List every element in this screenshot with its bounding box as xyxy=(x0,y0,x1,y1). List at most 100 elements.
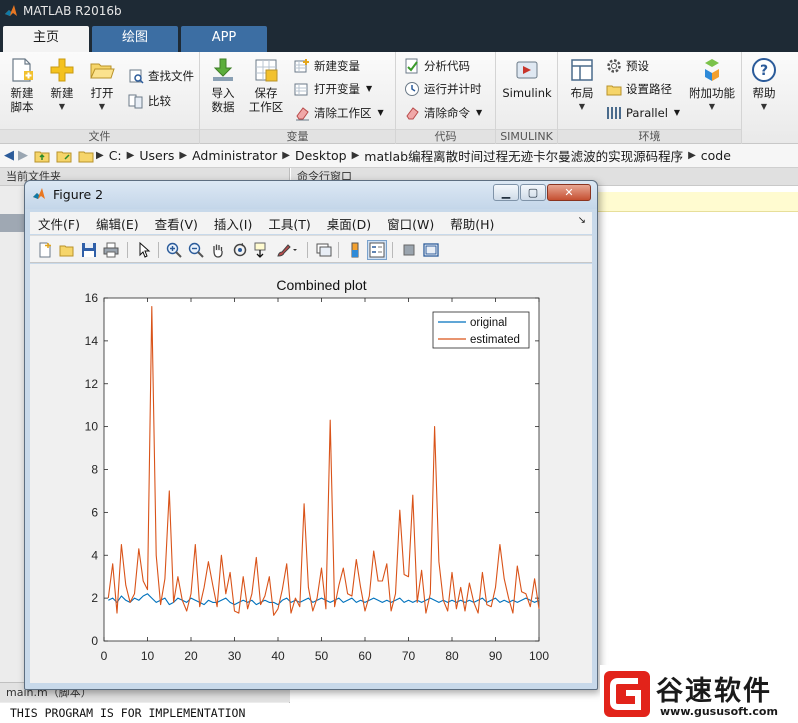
new-script-button[interactable]: 新建 脚本 xyxy=(2,54,42,128)
close-button[interactable]: ✕ xyxy=(547,184,591,201)
new-variable-button[interactable]: 新建变量 xyxy=(294,56,360,76)
save-button[interactable] xyxy=(79,240,99,260)
brush-button[interactable] xyxy=(274,240,300,260)
new-figure-button[interactable] xyxy=(35,240,55,260)
layout-icon xyxy=(571,59,593,81)
clear-workspace-button[interactable]: 清除工作区 ▼ xyxy=(294,103,384,123)
preferences-label: 预设 xyxy=(626,59,649,73)
environment-section-label: 环境 xyxy=(558,129,741,143)
zoom-out-button[interactable] xyxy=(186,240,206,260)
simulink-section-label: SIMULINK xyxy=(496,129,557,143)
link-plot-button[interactable] xyxy=(314,240,334,260)
menu-insert[interactable]: 插入(I) xyxy=(206,214,260,233)
run-and-time-label: 运行并计时 xyxy=(424,82,482,96)
simulink-button[interactable]: Simulink xyxy=(500,54,554,128)
figure-titlebar[interactable]: Figure 2 ▁ ▢ ✕ xyxy=(25,181,597,209)
open-button[interactable]: 打开 ▼ xyxy=(82,54,122,128)
pan-button[interactable] xyxy=(208,240,228,260)
rotate-button[interactable] xyxy=(230,240,250,260)
path-segment[interactable]: matlab编程离散时间过程无迹卡尔曼滤波的实现源码程序 xyxy=(364,146,683,165)
link-plot-icon xyxy=(316,243,332,257)
find-files-button[interactable]: 查找文件 xyxy=(128,66,194,86)
open-variable-button[interactable]: 打开变量 ▼ xyxy=(294,79,372,99)
simulink-icon xyxy=(516,61,538,79)
legend[interactable]: original estimated xyxy=(432,311,530,349)
forward-arrow-icon[interactable]: ▶ xyxy=(18,148,28,163)
legend-button[interactable] xyxy=(367,240,387,260)
y-tick-label: 4 xyxy=(91,548,98,562)
path-segment[interactable]: Administrator xyxy=(192,148,277,163)
variable-section: 导入 数据 保存 工作区 新建变量 打开变量 ▼ 清除工作区 ▼ 变量 xyxy=(200,52,396,144)
menu-help[interactable]: 帮助(H) xyxy=(442,214,502,233)
preferences-button[interactable]: 预设 xyxy=(606,56,649,76)
browse-folder-icon[interactable] xyxy=(56,149,72,163)
environment-section: 布局 ▼ 预设 设置路径 Parallel ▼ 附加功能 ▼ 环境 xyxy=(558,52,742,144)
path-segment[interactable]: code xyxy=(701,148,731,163)
menu-view[interactable]: 查看(V) xyxy=(147,214,206,233)
toolbar-separator xyxy=(392,242,393,258)
path-segment[interactable]: C: xyxy=(109,148,122,163)
x-tick-label: 20 xyxy=(184,649,198,663)
save-workspace-icon xyxy=(255,59,278,82)
up-folder-icon[interactable] xyxy=(34,149,50,163)
open-variable-label: 打开变量 xyxy=(314,82,360,96)
back-arrow-icon[interactable]: ◀ xyxy=(4,148,14,163)
app-title: MATLAB R2016b xyxy=(23,4,122,18)
show-plot-tools-button[interactable] xyxy=(421,240,441,260)
menu-window[interactable]: 窗口(W) xyxy=(379,214,442,233)
path-separator: ▶ xyxy=(96,150,104,161)
add-ons-button[interactable]: 附加功能 ▼ xyxy=(688,54,736,128)
figure-menubar: 文件(F) 编辑(E) 查看(V) 插入(I) 工具(T) 桌面(D) 窗口(W… xyxy=(30,212,592,234)
zoom-in-button[interactable] xyxy=(164,240,184,260)
layout-button[interactable]: 布局 ▼ xyxy=(562,54,602,128)
data-cursor-button[interactable] xyxy=(252,240,272,260)
toolbar-separator xyxy=(127,242,128,258)
selected-row[interactable] xyxy=(0,214,24,232)
tab-plots[interactable]: 绘图 xyxy=(92,26,178,52)
figure-canvas[interactable]: Combined plot 0 10 20 30 40 50 60 70 80 90 100 0 2 4… xyxy=(30,264,592,683)
toolbar-separator xyxy=(158,242,159,258)
x-tick-label: 80 xyxy=(445,649,459,663)
tab-home[interactable]: 主页 xyxy=(3,26,89,52)
import-data-button[interactable]: 导入 数据 xyxy=(203,54,243,128)
y-tick-label: 8 xyxy=(91,463,98,477)
y-tick-label: 2 xyxy=(91,591,98,605)
menu-desktop[interactable]: 桌面(D) xyxy=(319,214,379,233)
parallel-button[interactable]: Parallel ▼ xyxy=(606,103,680,123)
hide-plot-tools-button[interactable] xyxy=(399,240,419,260)
clear-commands-button[interactable]: 清除命令 ▼ xyxy=(404,103,482,123)
minimize-button[interactable]: ▁ xyxy=(493,184,519,201)
menu-tools[interactable]: 工具(T) xyxy=(260,214,318,233)
run-and-time-button[interactable]: 运行并计时 xyxy=(404,79,482,99)
new-button[interactable]: 新建 ▼ xyxy=(42,54,82,128)
add-ons-icon xyxy=(705,59,719,81)
address-bar: ◀ ▶ ▶ C: ▶ Users ▶ Administrator ▶ Deskt… xyxy=(0,144,798,168)
combined-plot[interactable]: Combined plot 0 10 20 30 40 50 60 70 80 90 100 0 2 4… xyxy=(30,264,592,683)
dock-arrow-icon[interactable]: ↘ xyxy=(578,215,586,226)
path-segment[interactable]: Desktop xyxy=(295,148,347,163)
help-icon: ? xyxy=(752,58,776,82)
figure-toolbar xyxy=(30,235,592,263)
code-section-label: 代码 xyxy=(396,129,495,143)
svg-text:?: ? xyxy=(760,63,768,79)
variable-section-label: 变量 xyxy=(200,129,395,143)
help-button[interactable]: ? 帮助 ▼ xyxy=(744,54,784,128)
analyze-code-button[interactable]: 分析代码 xyxy=(404,56,470,76)
path-segment[interactable]: Users xyxy=(139,148,174,163)
hide-plot-tools-icon xyxy=(403,244,415,256)
colorbar-button[interactable] xyxy=(345,240,365,260)
compare-button[interactable]: 比较 xyxy=(128,91,171,111)
new-variable-label: 新建变量 xyxy=(314,59,360,73)
help-label: 帮助 xyxy=(752,86,776,100)
save-workspace-button[interactable]: 保存 工作区 xyxy=(245,54,287,128)
pointer-icon xyxy=(139,242,151,258)
tab-apps[interactable]: APP xyxy=(181,26,267,52)
menu-edit[interactable]: 编辑(E) xyxy=(88,214,147,233)
print-button[interactable] xyxy=(101,240,121,260)
maximize-button[interactable]: ▢ xyxy=(520,184,546,201)
select-button[interactable] xyxy=(134,240,154,260)
open-file-button[interactable] xyxy=(57,240,77,260)
set-path-button[interactable]: 设置路径 xyxy=(606,79,672,99)
menu-file[interactable]: 文件(F) xyxy=(30,214,88,233)
import-data-icon xyxy=(213,58,233,81)
